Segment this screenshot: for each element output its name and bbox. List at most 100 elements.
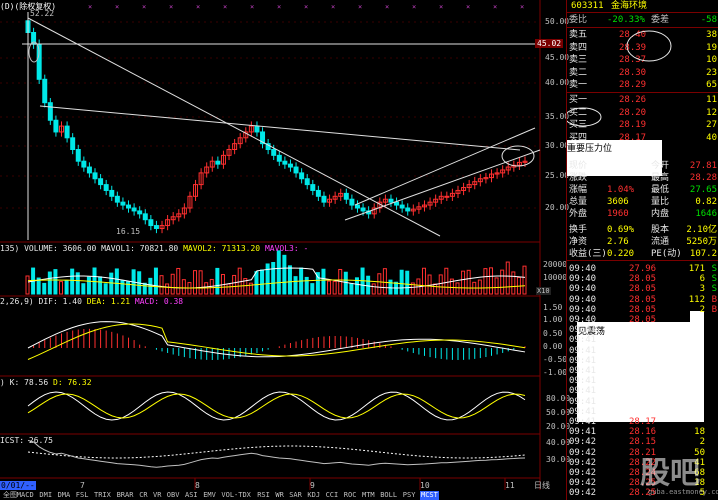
indicator-tab[interactable]: WR — [274, 491, 284, 500]
indicator-tab[interactable]: CR — [138, 491, 148, 500]
volume-bar — [366, 275, 371, 295]
macd-prefix: 2,26,9) — [0, 297, 34, 306]
macd-tick-label: 0.00 — [543, 342, 563, 351]
indicator-tab[interactable]: BOLL — [379, 491, 398, 500]
candle-body — [349, 198, 355, 206]
volume-bar — [165, 283, 170, 295]
volume-bar — [304, 276, 309, 295]
macd-tick-label: 1.00 — [543, 315, 563, 324]
stat-label: 今开 — [651, 161, 670, 171]
candle-body — [394, 201, 400, 206]
indicator-tab[interactable]: DMI — [38, 491, 53, 500]
indicator-tab[interactable]: KDJ — [306, 491, 321, 500]
dif-value: DIF: 1.40 — [38, 297, 82, 306]
volume-tick-label: 10000 — [543, 273, 568, 282]
volume-bar — [265, 263, 270, 295]
stat-label: 涨跌 — [569, 173, 588, 183]
indicator-tab[interactable]: EMV — [202, 491, 217, 500]
indicator-tab[interactable]: MTM — [361, 491, 376, 500]
macd-indicator-line: 2,26,9) DIF: 1.40 DEA: 1.21 MACD: 0.38 — [0, 297, 183, 306]
indicator-tab[interactable]: SAR — [288, 491, 303, 500]
volume-bar — [349, 282, 354, 295]
stat-row: 涨跌 最高 28.28 — [567, 172, 718, 184]
volume-bar — [159, 275, 164, 295]
volume-bar — [81, 283, 86, 295]
volume-bar — [42, 282, 47, 295]
indicator-tab[interactable]: MACD — [16, 491, 35, 500]
top-marker: × — [385, 3, 389, 11]
stat-value: 0.82 — [695, 197, 717, 207]
stat-value: 1646 — [695, 209, 717, 219]
top-marker: × — [142, 3, 146, 11]
volume-bar — [371, 283, 376, 295]
stat-value: 107.2 — [689, 249, 717, 259]
quote-annotations — [567, 30, 672, 127]
volume-bar — [237, 267, 242, 295]
annotation-ellipse — [501, 145, 535, 167]
indicator-tab[interactable]: ROC — [343, 491, 358, 500]
time-axis-label: 11 — [505, 481, 515, 490]
k-value: K: 78.56 — [9, 378, 49, 387]
volume-bar — [271, 262, 276, 295]
candle-body — [142, 213, 148, 221]
candle-body — [98, 178, 104, 186]
volume-bar — [254, 271, 259, 295]
stat-label: 外盘 — [569, 209, 588, 219]
stat-row: 净资 2.76 流通 5250万 — [567, 236, 718, 248]
indicator-tab[interactable]: CCI — [325, 491, 340, 500]
volume-bar — [293, 276, 298, 295]
stat-row: 现价 今开 27.81 — [567, 160, 718, 172]
candle-body — [287, 163, 293, 168]
stat-value: 0.220 — [607, 249, 635, 259]
volume-bar — [438, 274, 443, 295]
candle-body — [86, 166, 92, 174]
candle-body — [109, 189, 115, 197]
volume-bar — [47, 271, 52, 295]
indicator-tab[interactable]: VOL-TDX — [220, 491, 252, 500]
volume-bar — [421, 267, 426, 295]
candle-body — [315, 189, 321, 197]
candle-body — [114, 195, 120, 203]
volume-bar — [120, 280, 125, 295]
volume-bar — [399, 269, 404, 295]
stat-label: PE(动) — [651, 249, 682, 259]
indicator-tab[interactable]: VR — [152, 491, 162, 500]
stat-label: 总量 — [569, 197, 588, 207]
candle-body — [444, 195, 450, 198]
kdj-indicator-line: ) K: 78.56 D: 76.32 — [0, 378, 92, 387]
period-label[interactable]: 日线 — [534, 480, 550, 491]
volume-bar — [193, 270, 198, 295]
volume-bar — [86, 276, 91, 295]
quote-panel: 603311 金海环境 委比 -20.33% 委差 -58 卖五 28.40 38 卖… — [566, 0, 718, 500]
volume-bar — [181, 279, 186, 295]
indicator-tab[interactable]: ASI — [184, 491, 199, 500]
volume-bar — [511, 271, 516, 295]
volume-bar — [287, 265, 292, 295]
indicator-tab[interactable]: MCST — [420, 491, 439, 500]
candle-body — [405, 207, 411, 212]
candle-body — [310, 184, 316, 191]
volume-bar — [142, 282, 147, 295]
tick-time: 09:42 — [569, 488, 597, 499]
stat-row: 换手 0.69% 股本 2.10亿 — [567, 224, 718, 236]
indicator-tab[interactable]: DMA — [57, 491, 72, 500]
volume-bar — [505, 261, 510, 295]
indicator-tab[interactable]: RSI — [256, 491, 271, 500]
candle-body — [343, 192, 349, 200]
candle-body — [153, 225, 159, 229]
volume-bar — [310, 283, 315, 295]
watermark-url: guba.eastmoney.com — [648, 488, 718, 496]
candle-body — [215, 160, 221, 165]
top-marker: × — [250, 3, 254, 11]
indicator-tab[interactable]: BRAR — [116, 491, 135, 500]
top-marker: × — [520, 3, 524, 11]
indicator-tab[interactable]: OBV — [166, 491, 181, 500]
volume-bar — [427, 274, 432, 295]
kline-chart-area[interactable]: × × × × × × × × × × × × × × × × × (D)(除权复权) 52.22 16.15 … — [0, 0, 570, 500]
top-marker: × — [412, 3, 416, 11]
macd-tick-label: 1.50 — [543, 303, 563, 312]
indicator-tab[interactable]: TRIX — [93, 491, 112, 500]
top-marker: × — [223, 3, 227, 11]
indicator-tab[interactable]: FSL — [75, 491, 90, 500]
indicator-tab[interactable]: PSY — [402, 491, 417, 500]
